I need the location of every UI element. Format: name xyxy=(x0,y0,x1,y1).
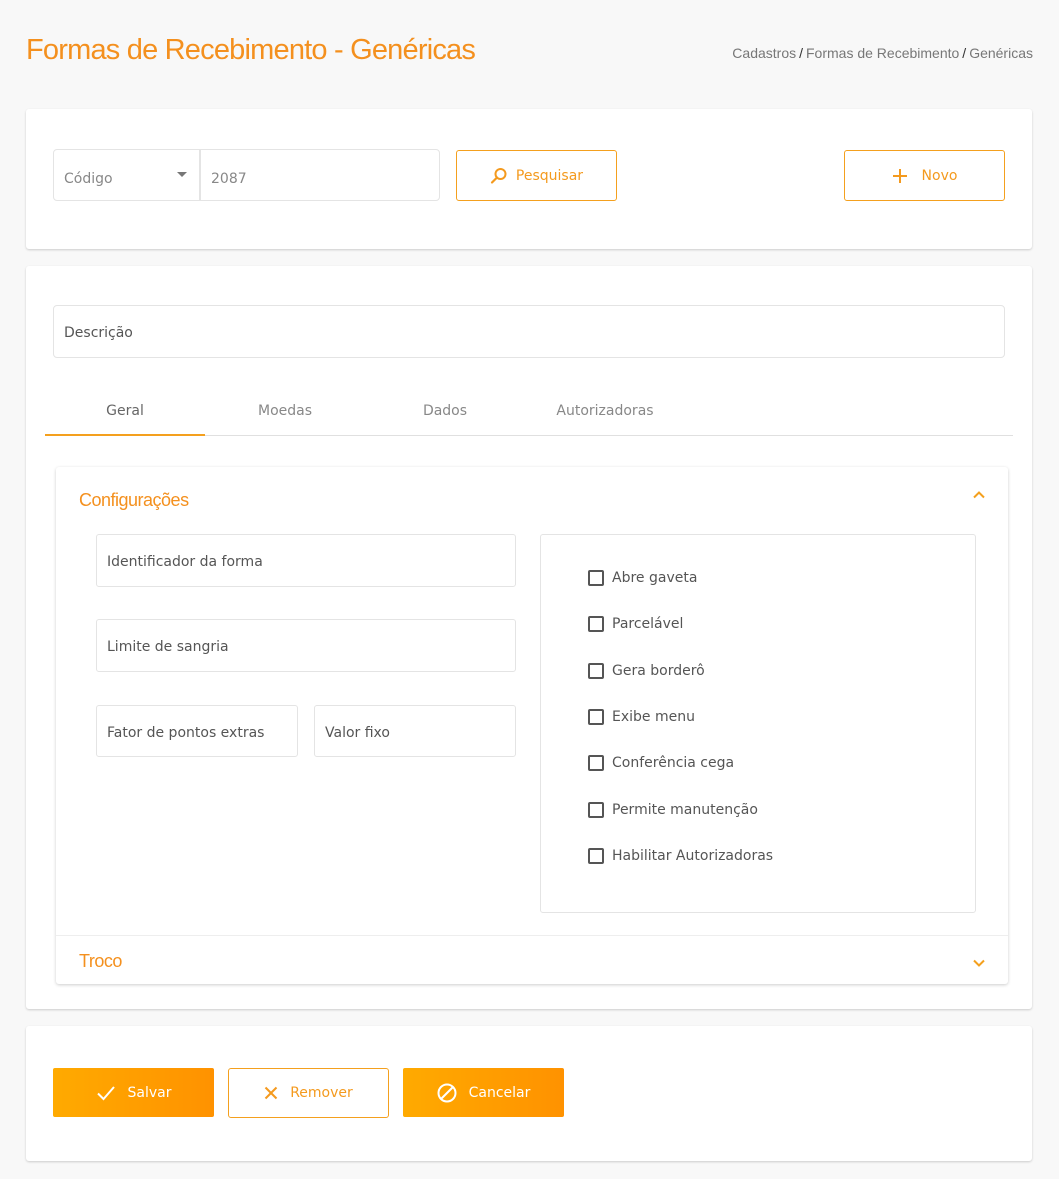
options-checkbox-group: Abre gaveta Parcelável Gera borderô Exib… xyxy=(540,534,976,913)
checkbox-conferencia-cega[interactable]: Conferência cega xyxy=(588,754,734,772)
check-icon xyxy=(96,1085,115,1100)
settings-panel: Configurações Identificador da forma Lim… xyxy=(56,467,1008,984)
checkbox-exibe-menu[interactable]: Exibe menu xyxy=(588,708,695,726)
checkbox-label: Exibe menu xyxy=(612,709,695,725)
extra-points-factor-placeholder: Fator de pontos extras xyxy=(107,725,265,741)
checkbox[interactable] xyxy=(588,709,604,725)
breadcrumb: Cadastros / Formas de Recebimento / Genérica… xyxy=(732,45,1033,61)
checkbox[interactable] xyxy=(588,755,604,771)
checkbox-label: Parcelável xyxy=(612,616,684,632)
new-button[interactable]: Novo xyxy=(844,150,1005,201)
remove-button-label: Remover xyxy=(290,1085,353,1101)
bleed-limit-input[interactable]: Limite de sangria xyxy=(96,619,516,672)
fixed-value-input[interactable]: Valor fixo xyxy=(314,705,516,757)
identifier-input[interactable]: Identificador da forma xyxy=(96,534,516,587)
page-title: Formas de Recebimento - Genéricas xyxy=(26,34,476,66)
tab-dados[interactable]: Dados xyxy=(365,393,525,436)
breadcrumb-item-current: Genéricas xyxy=(969,45,1033,61)
checkbox[interactable] xyxy=(588,802,604,818)
identifier-placeholder: Identificador da forma xyxy=(107,554,263,570)
checkbox-label: Habilitar Autorizadoras xyxy=(612,848,774,864)
actions-card: Salvar Remover Cancelar xyxy=(26,1026,1032,1161)
search-field-select-value: Código xyxy=(64,171,113,187)
form-card: Descrição Geral Moedas Dados Autorizador… xyxy=(26,266,1032,1009)
chevron-down-icon[interactable] xyxy=(972,956,986,970)
cancel-button[interactable]: Cancelar xyxy=(403,1068,564,1117)
search-button[interactable]: Pesquisar xyxy=(456,150,617,201)
save-button-label: Salvar xyxy=(127,1084,172,1101)
block-icon xyxy=(437,1083,457,1102)
extra-points-factor-input[interactable]: Fator de pontos extras xyxy=(96,705,298,757)
checkbox[interactable] xyxy=(588,616,604,632)
config-section-title[interactable]: Configurações xyxy=(79,490,189,511)
code-input[interactable]: 2087 xyxy=(200,149,440,201)
section-divider xyxy=(56,935,1008,936)
bleed-limit-placeholder: Limite de sangria xyxy=(107,639,229,655)
search-button-label: Pesquisar xyxy=(515,167,584,184)
caret-down-icon xyxy=(177,172,187,177)
cancel-button-label: Cancelar xyxy=(468,1084,531,1101)
breadcrumb-separator: / xyxy=(962,45,967,61)
tab-autorizadoras[interactable]: Autorizadoras xyxy=(525,393,685,436)
checkbox-label: Permite manutenção xyxy=(612,802,758,818)
breadcrumb-item-cadastros[interactable]: Cadastros xyxy=(732,45,796,61)
checkbox-habilitar-autorizadoras[interactable]: Habilitar Autorizadoras xyxy=(588,847,773,865)
tab-bar: Geral Moedas Dados Autorizadoras xyxy=(45,393,1013,436)
checkbox-label: Conferência cega xyxy=(612,755,735,771)
checkbox[interactable] xyxy=(588,663,604,679)
breadcrumb-item-formas[interactable]: Formas de Recebimento xyxy=(806,45,959,61)
fixed-value-placeholder: Valor fixo xyxy=(325,725,390,741)
checkbox-permite-manutencao[interactable]: Permite manutenção xyxy=(588,801,758,819)
tab-geral[interactable]: Geral xyxy=(45,393,205,436)
chevron-up-icon[interactable] xyxy=(972,488,986,502)
save-button[interactable]: Salvar xyxy=(53,1068,214,1117)
new-button-label: Novo xyxy=(921,167,958,184)
code-input-value: 2087 xyxy=(211,171,247,187)
page-header: Formas de Recebimento - Genéricas Cadast… xyxy=(26,34,1033,78)
remove-button[interactable]: Remover xyxy=(228,1068,389,1118)
checkbox-gera-bordero[interactable]: Gera borderô xyxy=(588,662,705,680)
close-icon xyxy=(264,1086,278,1100)
checkbox-label: Gera borderô xyxy=(612,663,705,679)
search-field-select[interactable]: Código xyxy=(53,149,200,201)
breadcrumb-separator: / xyxy=(799,45,803,61)
search-card: Código 2087 Pesquisar Novo xyxy=(26,109,1032,249)
checkbox[interactable] xyxy=(588,848,604,864)
checkbox[interactable] xyxy=(588,570,604,586)
search-icon xyxy=(490,167,507,184)
checkbox-parcelavel[interactable]: Parcelável xyxy=(588,615,683,633)
description-placeholder: Descrição xyxy=(64,325,133,341)
description-input[interactable]: Descrição xyxy=(53,305,1005,358)
plus-icon xyxy=(892,168,907,183)
tab-moedas[interactable]: Moedas xyxy=(205,393,365,436)
checkbox-label: Abre gaveta xyxy=(612,570,698,586)
troco-section-title[interactable]: Troco xyxy=(79,951,122,972)
checkbox-abre-gaveta[interactable]: Abre gaveta xyxy=(588,569,697,587)
